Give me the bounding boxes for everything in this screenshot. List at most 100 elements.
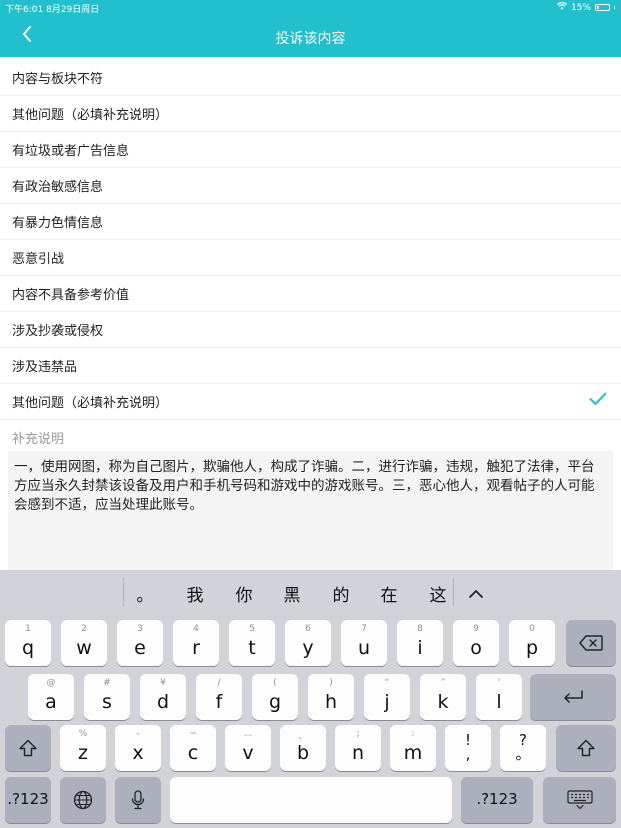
key-v[interactable]: … v bbox=[225, 725, 271, 771]
key-i[interactable]: 8i bbox=[397, 620, 443, 666]
key-label: h bbox=[324, 691, 338, 713]
reason-item[interactable]: 恶意引战 bbox=[0, 240, 621, 276]
shift-key-right[interactable] bbox=[556, 725, 616, 771]
key-label: ! , bbox=[464, 731, 471, 763]
key-o[interactable]: 9o bbox=[453, 620, 499, 666]
key-w[interactable]: 2w bbox=[61, 620, 107, 666]
reason-label: 恶意引战 bbox=[12, 252, 65, 267]
expand-candidates-button[interactable] bbox=[462, 580, 490, 604]
key-hint: 6 bbox=[305, 624, 311, 634]
key-hint: # bbox=[103, 678, 111, 688]
reason-item[interactable]: 内容不具备参考价值 bbox=[0, 276, 621, 312]
key-hint: 、 bbox=[298, 732, 308, 742]
key-hint: ; bbox=[356, 729, 360, 739]
candidate-item[interactable]: 的 bbox=[326, 581, 356, 606]
chevron-up-icon bbox=[469, 583, 483, 602]
reason-item[interactable]: 内容与板块不符 bbox=[0, 60, 621, 96]
key-b[interactable]: 、 b bbox=[280, 725, 326, 771]
key-hint: ) bbox=[329, 678, 333, 688]
key-n[interactable]: ; n bbox=[335, 725, 381, 771]
status-time-date: 下午6:01 8月29日周日 bbox=[5, 5, 100, 15]
key-label: d bbox=[156, 691, 170, 713]
reason-item[interactable]: 涉及违禁品 bbox=[0, 348, 621, 384]
key-question-period[interactable]: ? 。 bbox=[500, 725, 546, 771]
reason-label: 涉及违禁品 bbox=[12, 360, 78, 375]
reason-item[interactable]: 有暴力色情信息 bbox=[0, 204, 621, 240]
key-z[interactable]: % z bbox=[60, 725, 106, 771]
numbers-key-left[interactable]: .?123 bbox=[5, 777, 51, 823]
key-label: g bbox=[268, 691, 282, 713]
key-exclaim-comma[interactable]: ! , bbox=[445, 725, 491, 771]
backspace-key[interactable] bbox=[566, 620, 616, 666]
battery-icon bbox=[595, 4, 610, 11]
key-u[interactable]: 7u bbox=[341, 620, 387, 666]
hide-keyboard-key[interactable] bbox=[543, 777, 616, 823]
key-y[interactable]: 6y bbox=[285, 620, 331, 666]
battery-tip bbox=[614, 6, 615, 9]
key-label: o bbox=[470, 637, 482, 659]
key-label: y bbox=[302, 637, 314, 659]
key-l[interactable]: ' l bbox=[476, 674, 522, 720]
status-bar: 下午6:01 8月29日周日 15% bbox=[0, 0, 621, 16]
candidate-item[interactable]: 在 bbox=[374, 581, 404, 606]
key-p[interactable]: 0p bbox=[509, 620, 555, 666]
key-label: v bbox=[242, 742, 254, 764]
key-j[interactable]: “j bbox=[364, 674, 410, 720]
reason-item-selected[interactable]: 其他问题（必填补充说明） bbox=[0, 384, 621, 420]
reason-item[interactable]: 涉及抄袭或侵权 bbox=[0, 312, 621, 348]
globe-key[interactable] bbox=[60, 777, 106, 823]
key-label: n bbox=[351, 742, 365, 764]
key-x[interactable]: -x bbox=[115, 725, 161, 771]
key-s[interactable]: # s bbox=[84, 674, 130, 720]
key-a[interactable]: @ a bbox=[28, 674, 74, 720]
reason-label: 有政治敏感信息 bbox=[12, 180, 104, 195]
key-hint: 0 bbox=[529, 624, 535, 634]
key-r[interactable]: 4r bbox=[173, 620, 219, 666]
dictation-key[interactable] bbox=[115, 777, 161, 823]
key-e[interactable]: 3e bbox=[117, 620, 163, 666]
reason-item[interactable]: 其他问题（必填补充说明） bbox=[0, 96, 621, 132]
key-label: r bbox=[192, 637, 200, 659]
candidate-item[interactable]: 我 bbox=[180, 581, 210, 606]
key-label: m bbox=[403, 742, 423, 764]
candidate-separator bbox=[453, 578, 454, 606]
key-h[interactable]: ) h bbox=[308, 674, 354, 720]
space-key[interactable] bbox=[170, 777, 452, 823]
reason-label: 其他问题（必填补充说明） bbox=[12, 396, 169, 411]
key-label: c bbox=[187, 742, 199, 764]
key-k[interactable]: ” k bbox=[420, 674, 466, 720]
candidate-item[interactable]: 。 bbox=[130, 581, 160, 606]
key-f[interactable]: / f bbox=[196, 674, 242, 720]
numbers-key-right[interactable]: .?123 bbox=[461, 777, 533, 823]
key-m[interactable]: :m bbox=[390, 725, 436, 771]
key-g[interactable]: (g bbox=[252, 674, 298, 720]
supplement-textarea[interactable]: 一，使用网图，称为自己图片，欺骗他人，构成了诈骗。二，进行诈骗，违规，触犯了法律… bbox=[8, 451, 613, 575]
key-label: a bbox=[45, 691, 57, 713]
key-hint: “ bbox=[384, 678, 390, 688]
key-label: z bbox=[78, 742, 88, 764]
key-q[interactable]: 1q bbox=[5, 620, 51, 666]
key-label: .?123 bbox=[7, 790, 49, 808]
key-hint: 2 bbox=[81, 624, 87, 634]
reason-item[interactable]: 有政治敏感信息 bbox=[0, 168, 621, 204]
key-hint: ( bbox=[273, 678, 277, 688]
reason-item[interactable]: 有垃圾或者广告信息 bbox=[0, 132, 621, 168]
key-hint: - bbox=[136, 729, 140, 739]
candidate-item[interactable]: 你 bbox=[229, 581, 259, 606]
key-hint: % bbox=[78, 729, 88, 739]
key-c[interactable]: ~ c bbox=[170, 725, 216, 771]
supplement-text: 一，使用网图，称为自己图片，欺骗他人，构成了诈骗。二，进行诈骗，违规，触犯了法律… bbox=[14, 459, 595, 513]
candidate-item[interactable]: 这 bbox=[423, 581, 453, 606]
reason-label: 有垃圾或者广告信息 bbox=[12, 144, 130, 159]
key-hint: … bbox=[243, 729, 253, 739]
key-label: .?123 bbox=[476, 790, 518, 808]
return-key[interactable] bbox=[530, 674, 616, 720]
battery-percent: 15% bbox=[570, 2, 591, 13]
shift-key-left[interactable] bbox=[5, 725, 51, 771]
key-d[interactable]: ¥ d bbox=[140, 674, 186, 720]
status-right: 15% bbox=[556, 2, 615, 13]
candidate-item[interactable]: 黑 bbox=[277, 581, 307, 606]
key-label: f bbox=[215, 691, 223, 713]
header-bar: 下午6:01 8月29日周日 15% 投诉该内容 bbox=[0, 0, 621, 57]
key-t[interactable]: 5t bbox=[229, 620, 275, 666]
